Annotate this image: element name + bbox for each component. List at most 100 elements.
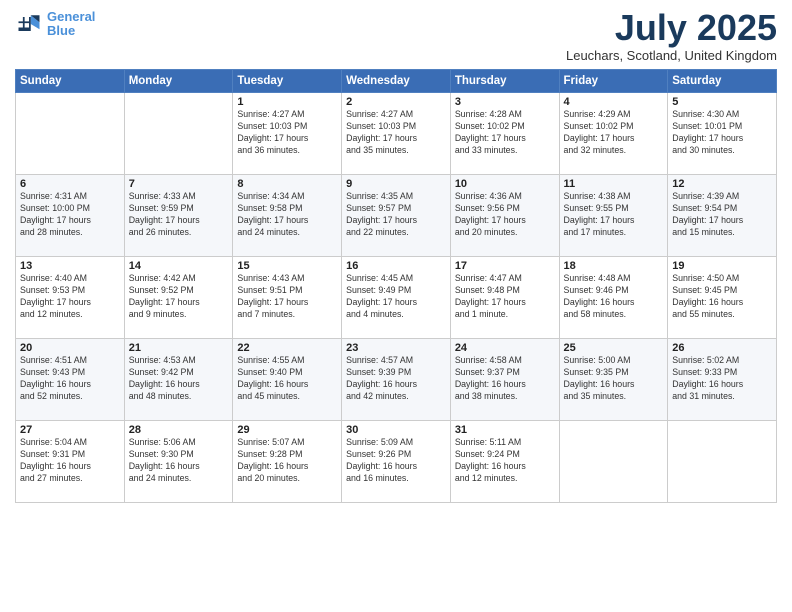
day-cell: 15Sunrise: 4:43 AMSunset: 9:51 PMDayligh… xyxy=(233,257,342,339)
day-number: 22 xyxy=(237,342,337,354)
day-number: 13 xyxy=(20,260,120,272)
day-cell: 28Sunrise: 5:06 AMSunset: 9:30 PMDayligh… xyxy=(124,421,233,503)
weekday-header-wednesday: Wednesday xyxy=(342,70,451,93)
day-cell: 10Sunrise: 4:36 AMSunset: 9:56 PMDayligh… xyxy=(450,175,559,257)
day-cell: 4Sunrise: 4:29 AMSunset: 10:02 PMDayligh… xyxy=(559,93,668,175)
day-detail: Sunrise: 4:45 AMSunset: 9:49 PMDaylight:… xyxy=(346,273,446,321)
day-detail: Sunrise: 4:34 AMSunset: 9:58 PMDaylight:… xyxy=(237,191,337,239)
day-cell xyxy=(124,93,233,175)
day-number: 14 xyxy=(129,260,229,272)
day-detail: Sunrise: 5:02 AMSunset: 9:33 PMDaylight:… xyxy=(672,355,772,403)
day-cell: 18Sunrise: 4:48 AMSunset: 9:46 PMDayligh… xyxy=(559,257,668,339)
day-cell: 3Sunrise: 4:28 AMSunset: 10:02 PMDayligh… xyxy=(450,93,559,175)
day-detail: Sunrise: 4:27 AMSunset: 10:03 PMDaylight… xyxy=(237,109,337,157)
day-number: 4 xyxy=(564,96,664,108)
day-cell: 21Sunrise: 4:53 AMSunset: 9:42 PMDayligh… xyxy=(124,339,233,421)
day-cell: 2Sunrise: 4:27 AMSunset: 10:03 PMDayligh… xyxy=(342,93,451,175)
day-detail: Sunrise: 4:39 AMSunset: 9:54 PMDaylight:… xyxy=(672,191,772,239)
day-cell: 1Sunrise: 4:27 AMSunset: 10:03 PMDayligh… xyxy=(233,93,342,175)
day-number: 29 xyxy=(237,424,337,436)
day-detail: Sunrise: 5:04 AMSunset: 9:31 PMDaylight:… xyxy=(20,437,120,485)
logo-text: General Blue xyxy=(47,10,95,39)
day-detail: Sunrise: 4:57 AMSunset: 9:39 PMDaylight:… xyxy=(346,355,446,403)
day-detail: Sunrise: 4:30 AMSunset: 10:01 PMDaylight… xyxy=(672,109,772,157)
day-detail: Sunrise: 5:00 AMSunset: 9:35 PMDaylight:… xyxy=(564,355,664,403)
day-number: 7 xyxy=(129,178,229,190)
day-number: 19 xyxy=(672,260,772,272)
day-cell: 19Sunrise: 4:50 AMSunset: 9:45 PMDayligh… xyxy=(668,257,777,339)
week-row-3: 13Sunrise: 4:40 AMSunset: 9:53 PMDayligh… xyxy=(16,257,777,339)
day-number: 11 xyxy=(564,178,664,190)
day-number: 24 xyxy=(455,342,555,354)
weekday-header-saturday: Saturday xyxy=(668,70,777,93)
day-number: 6 xyxy=(20,178,120,190)
day-cell: 13Sunrise: 4:40 AMSunset: 9:53 PMDayligh… xyxy=(16,257,125,339)
day-cell: 11Sunrise: 4:38 AMSunset: 9:55 PMDayligh… xyxy=(559,175,668,257)
day-cell xyxy=(668,421,777,503)
day-detail: Sunrise: 4:47 AMSunset: 9:48 PMDaylight:… xyxy=(455,273,555,321)
day-number: 10 xyxy=(455,178,555,190)
day-number: 12 xyxy=(672,178,772,190)
day-cell: 20Sunrise: 4:51 AMSunset: 9:43 PMDayligh… xyxy=(16,339,125,421)
day-detail: Sunrise: 4:27 AMSunset: 10:03 PMDaylight… xyxy=(346,109,446,157)
day-number: 30 xyxy=(346,424,446,436)
day-detail: Sunrise: 4:53 AMSunset: 9:42 PMDaylight:… xyxy=(129,355,229,403)
day-cell xyxy=(559,421,668,503)
day-detail: Sunrise: 4:35 AMSunset: 9:57 PMDaylight:… xyxy=(346,191,446,239)
logo-icon xyxy=(15,10,43,38)
weekday-header-sunday: Sunday xyxy=(16,70,125,93)
day-detail: Sunrise: 4:50 AMSunset: 9:45 PMDaylight:… xyxy=(672,273,772,321)
day-cell: 9Sunrise: 4:35 AMSunset: 9:57 PMDaylight… xyxy=(342,175,451,257)
day-detail: Sunrise: 4:43 AMSunset: 9:51 PMDaylight:… xyxy=(237,273,337,321)
location: Leuchars, Scotland, United Kingdom xyxy=(566,48,777,63)
day-number: 26 xyxy=(672,342,772,354)
day-detail: Sunrise: 4:48 AMSunset: 9:46 PMDaylight:… xyxy=(564,273,664,321)
day-cell: 26Sunrise: 5:02 AMSunset: 9:33 PMDayligh… xyxy=(668,339,777,421)
day-detail: Sunrise: 4:38 AMSunset: 9:55 PMDaylight:… xyxy=(564,191,664,239)
day-number: 27 xyxy=(20,424,120,436)
day-cell: 16Sunrise: 4:45 AMSunset: 9:49 PMDayligh… xyxy=(342,257,451,339)
weekday-header-row: SundayMondayTuesdayWednesdayThursdayFrid… xyxy=(16,70,777,93)
day-detail: Sunrise: 5:07 AMSunset: 9:28 PMDaylight:… xyxy=(237,437,337,485)
day-number: 25 xyxy=(564,342,664,354)
day-cell: 29Sunrise: 5:07 AMSunset: 9:28 PMDayligh… xyxy=(233,421,342,503)
day-number: 18 xyxy=(564,260,664,272)
day-cell: 24Sunrise: 4:58 AMSunset: 9:37 PMDayligh… xyxy=(450,339,559,421)
day-cell xyxy=(16,93,125,175)
day-cell: 8Sunrise: 4:34 AMSunset: 9:58 PMDaylight… xyxy=(233,175,342,257)
day-detail: Sunrise: 4:55 AMSunset: 9:40 PMDaylight:… xyxy=(237,355,337,403)
title-block: July 2025 Leuchars, Scotland, United Kin… xyxy=(566,10,777,63)
day-cell: 6Sunrise: 4:31 AMSunset: 10:00 PMDayligh… xyxy=(16,175,125,257)
weekday-header-thursday: Thursday xyxy=(450,70,559,93)
weekday-header-monday: Monday xyxy=(124,70,233,93)
day-cell: 23Sunrise: 4:57 AMSunset: 9:39 PMDayligh… xyxy=(342,339,451,421)
week-row-2: 6Sunrise: 4:31 AMSunset: 10:00 PMDayligh… xyxy=(16,175,777,257)
day-number: 21 xyxy=(129,342,229,354)
day-cell: 30Sunrise: 5:09 AMSunset: 9:26 PMDayligh… xyxy=(342,421,451,503)
day-cell: 27Sunrise: 5:04 AMSunset: 9:31 PMDayligh… xyxy=(16,421,125,503)
day-number: 28 xyxy=(129,424,229,436)
day-cell: 7Sunrise: 4:33 AMSunset: 9:59 PMDaylight… xyxy=(124,175,233,257)
day-number: 20 xyxy=(20,342,120,354)
day-number: 2 xyxy=(346,96,446,108)
day-number: 5 xyxy=(672,96,772,108)
day-detail: Sunrise: 4:40 AMSunset: 9:53 PMDaylight:… xyxy=(20,273,120,321)
day-detail: Sunrise: 5:11 AMSunset: 9:24 PMDaylight:… xyxy=(455,437,555,485)
page: General Blue July 2025 Leuchars, Scotlan… xyxy=(0,0,792,612)
day-cell: 5Sunrise: 4:30 AMSunset: 10:01 PMDayligh… xyxy=(668,93,777,175)
day-number: 23 xyxy=(346,342,446,354)
day-detail: Sunrise: 4:31 AMSunset: 10:00 PMDaylight… xyxy=(20,191,120,239)
day-cell: 22Sunrise: 4:55 AMSunset: 9:40 PMDayligh… xyxy=(233,339,342,421)
day-detail: Sunrise: 4:33 AMSunset: 9:59 PMDaylight:… xyxy=(129,191,229,239)
header: General Blue July 2025 Leuchars, Scotlan… xyxy=(15,10,777,63)
day-number: 9 xyxy=(346,178,446,190)
day-detail: Sunrise: 5:06 AMSunset: 9:30 PMDaylight:… xyxy=(129,437,229,485)
day-detail: Sunrise: 4:29 AMSunset: 10:02 PMDaylight… xyxy=(564,109,664,157)
day-detail: Sunrise: 4:36 AMSunset: 9:56 PMDaylight:… xyxy=(455,191,555,239)
logo: General Blue xyxy=(15,10,95,39)
weekday-header-tuesday: Tuesday xyxy=(233,70,342,93)
day-detail: Sunrise: 4:51 AMSunset: 9:43 PMDaylight:… xyxy=(20,355,120,403)
weekday-header-friday: Friday xyxy=(559,70,668,93)
day-number: 31 xyxy=(455,424,555,436)
day-detail: Sunrise: 5:09 AMSunset: 9:26 PMDaylight:… xyxy=(346,437,446,485)
